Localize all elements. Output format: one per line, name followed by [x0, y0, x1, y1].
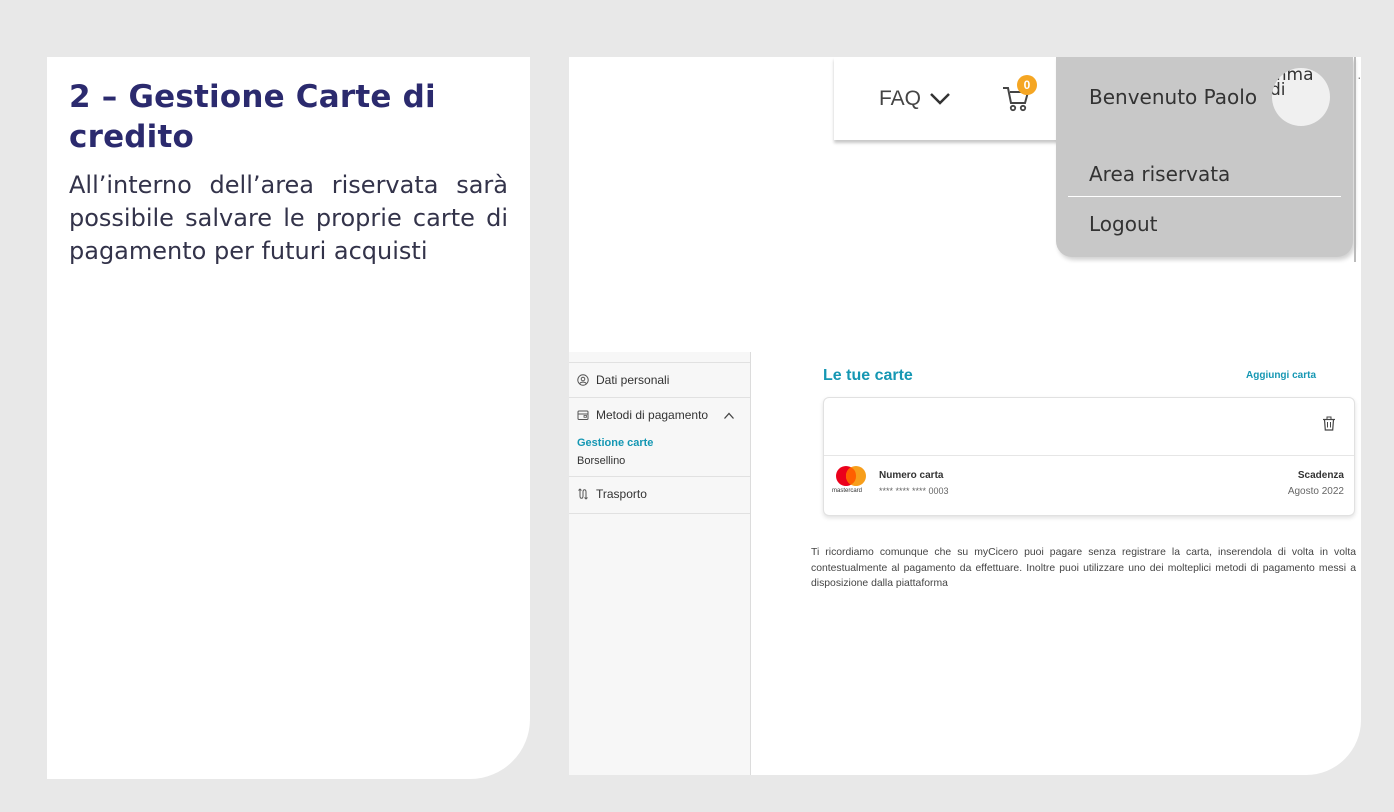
user-dropdown-menu: Benvenuto Paolo mma di Area riservata Lo… — [1056, 57, 1353, 257]
nav-divider — [569, 476, 750, 477]
route-icon — [578, 488, 588, 500]
overflow-mark: · — [1357, 69, 1361, 85]
nav-divider — [569, 513, 750, 514]
sidebar-item-dati-personali[interactable]: Dati personali — [569, 370, 750, 390]
info-text: Ti ricordiamo comunque che su myCicero p… — [811, 547, 1356, 590]
sidebar-subitem-gestione-carte[interactable]: Gestione carte — [577, 437, 653, 449]
trash-icon[interactable] — [1322, 416, 1336, 431]
menu-divider — [1068, 196, 1341, 197]
saved-card: mastercard Numero carta **** **** **** 0… — [823, 397, 1355, 516]
avatar[interactable]: mma di — [1272, 68, 1330, 126]
user-circle-icon — [577, 374, 589, 386]
mastercard-logo-icon — [836, 466, 866, 486]
menu-item-area-riservata[interactable]: Area riservata — [1089, 162, 1230, 186]
sidebar-item-label: Metodi di pagamento — [596, 408, 709, 422]
welcome-text: Benvenuto Paolo — [1089, 85, 1258, 109]
card-expiry-label: Scadenza — [1297, 470, 1344, 481]
page-title: Le tue carte — [823, 367, 913, 384]
sidebar-item-label: Trasporto — [596, 487, 647, 501]
slide-text-card: 2 – Gestione Carte di credito All’intern… — [47, 57, 530, 779]
chevron-up-icon[interactable] — [723, 411, 735, 420]
slide-description: All’interno dell’area riservata sarà pos… — [69, 171, 508, 265]
faq-menu-button[interactable]: FAQ — [879, 87, 951, 111]
wallet-icon — [577, 410, 589, 420]
faq-label: FAQ — [879, 87, 922, 110]
cart-count-badge: 0 — [1017, 75, 1037, 95]
card-divider — [824, 455, 1354, 456]
menu-item-logout[interactable]: Logout — [1089, 212, 1157, 236]
sidebar-item-label: Dati personali — [596, 373, 670, 387]
app-screenshot: FAQ 0 Benvenuto Paolo mma di Area riserv… — [569, 57, 1361, 775]
card-number-label: Numero carta — [879, 470, 944, 481]
slide-title: 2 – Gestione Carte di credito — [69, 79, 436, 155]
avatar-text: mma di — [1272, 68, 1314, 100]
chevron-down-icon — [930, 93, 950, 105]
account-sidebar: Dati personali Metodi di pagamento Gesti… — [569, 352, 751, 775]
scroll-edge — [1354, 57, 1356, 262]
sidebar-item-trasporto[interactable]: Trasporto — [569, 484, 750, 504]
sidebar-subitem-borsellino[interactable]: Borsellino — [577, 455, 625, 467]
card-number-value: **** **** **** 0003 — [879, 486, 949, 496]
cart-button[interactable]: 0 — [1001, 75, 1039, 115]
add-card-link[interactable]: Aggiungi carta — [1246, 370, 1316, 381]
card-brand-text: mastercard — [832, 488, 863, 494]
card-expiry-value: Agosto 2022 — [1287, 486, 1344, 497]
nav-divider — [569, 397, 750, 398]
nav-divider — [569, 362, 750, 363]
